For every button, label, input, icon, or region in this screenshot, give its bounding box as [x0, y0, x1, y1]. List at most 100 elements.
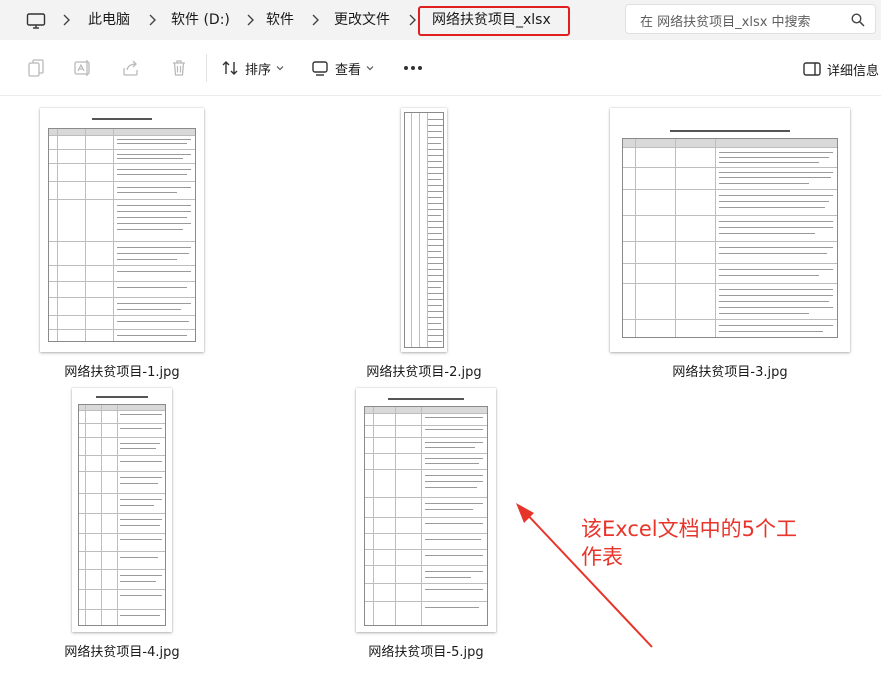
doc-row [49, 297, 195, 298]
chevron-right-icon[interactable] [311, 14, 320, 26]
doc-text [425, 509, 473, 510]
doc-text [120, 557, 158, 558]
doc-text [120, 443, 160, 444]
doc-text [117, 192, 177, 193]
delete-icon[interactable] [169, 58, 189, 78]
breadcrumb-this-pc[interactable]: 此电脑 [88, 11, 130, 29]
doc-row [623, 189, 837, 190]
copy-icon[interactable] [26, 58, 46, 78]
breadcrumb-change-files[interactable]: 更改文件 [334, 11, 390, 29]
doc-table-header [623, 139, 837, 147]
address-bar-region: 此电脑 软件 (D:) 软件 更改文件 网络扶贫项目_xlsx 在 网络扶贫项目… [0, 0, 881, 40]
doc-row [79, 410, 165, 411]
details-pane-button[interactable]: 详细信息 [803, 58, 879, 80]
doc-text [428, 245, 443, 246]
doc-text [428, 119, 443, 120]
doc-text [117, 217, 187, 218]
doc-text [120, 581, 156, 582]
chevron-down-icon [366, 66, 374, 71]
doc-text [428, 221, 443, 222]
doc-text [719, 307, 833, 308]
annotation-text: 该Excel文档中的5个工 作表 [581, 515, 811, 571]
chevron-right-icon[interactable] [246, 14, 255, 26]
doc-text [425, 539, 481, 540]
doc-title-line [670, 130, 790, 132]
file-name[interactable]: 网络扶贫项目-5.jpg [344, 641, 508, 660]
doc-text [719, 177, 831, 178]
doc-text [428, 263, 443, 264]
file-name[interactable]: 网络扶贫项目-2.jpg [342, 361, 506, 380]
more-icon[interactable] [403, 65, 423, 71]
doc-table [48, 128, 196, 342]
view-button[interactable]: 查看 [311, 56, 374, 80]
chevron-right-icon[interactable] [408, 14, 417, 26]
breadcrumb-drive-d[interactable]: 软件 (D:) [171, 11, 230, 29]
doc-col [675, 139, 676, 337]
doc-text [117, 223, 191, 224]
chevron-right-icon[interactable] [148, 14, 157, 26]
doc-row [365, 437, 487, 438]
doc-row [79, 493, 165, 494]
doc-table [404, 112, 444, 348]
chevron-right-icon[interactable] [62, 14, 71, 26]
doc-text [120, 519, 162, 520]
doc-row [365, 517, 487, 518]
view-icon [312, 61, 328, 76]
doc-text [117, 253, 189, 254]
doc-row [623, 319, 837, 320]
doc-text [719, 331, 823, 332]
search-box[interactable]: 在 网络扶贫项目_xlsx 中搜索 [625, 4, 876, 34]
breadcrumb-software[interactable]: 软件 [266, 11, 294, 29]
file-thumbnail[interactable] [401, 108, 447, 352]
doc-text [117, 321, 189, 322]
file-thumbnail[interactable] [610, 108, 850, 352]
doc-text [425, 475, 483, 476]
doc-title-line [92, 118, 152, 120]
doc-text [117, 303, 191, 304]
doc-text [120, 615, 160, 616]
doc-col [57, 129, 58, 341]
search-icon[interactable] [851, 13, 865, 27]
details-label: 详细信息 [827, 63, 880, 79]
share-icon[interactable] [121, 58, 141, 78]
doc-title-line [388, 398, 464, 400]
file-name[interactable]: 网络扶贫项目-4.jpg [40, 641, 204, 660]
file-thumbnail[interactable] [40, 108, 204, 352]
doc-text [425, 458, 483, 459]
doc-text [120, 477, 162, 478]
doc-text [117, 229, 183, 230]
file-name[interactable]: 网络扶贫项目-1.jpg [40, 361, 204, 380]
doc-col [85, 129, 86, 341]
file-thumbnail[interactable] [356, 388, 496, 632]
doc-row [623, 241, 837, 242]
doc-text [117, 174, 187, 175]
sort-button[interactable]: 排序 [221, 56, 284, 80]
doc-text [428, 257, 443, 258]
doc-text [120, 483, 158, 484]
doc-col [117, 405, 118, 625]
file-name[interactable]: 网络扶贫项目-3.jpg [648, 361, 812, 380]
doc-row [79, 423, 165, 424]
doc-text [425, 503, 483, 504]
doc-text [117, 211, 191, 212]
doc-text [428, 275, 443, 276]
doc-text [428, 281, 443, 282]
doc-col [395, 407, 396, 625]
doc-table [364, 406, 488, 626]
doc-text [117, 247, 191, 248]
doc-text [117, 335, 187, 336]
doc-text [425, 589, 483, 590]
doc-text [120, 428, 162, 429]
doc-text [719, 301, 829, 302]
annotation-line-1: 该Excel文档中的5个工 [581, 517, 797, 541]
toolbar-divider [206, 54, 207, 82]
doc-row [49, 265, 195, 266]
file-thumbnail[interactable] [72, 388, 172, 632]
doc-text [719, 313, 809, 314]
computer-icon[interactable] [26, 13, 46, 29]
rename-icon[interactable] [73, 58, 93, 78]
address-bar[interactable]: 此电脑 软件 (D:) 软件 更改文件 网络扶贫项目_xlsx [12, 4, 616, 36]
doc-row [365, 549, 487, 550]
annotation-line-2: 作表 [581, 545, 623, 569]
doc-row [365, 425, 487, 426]
